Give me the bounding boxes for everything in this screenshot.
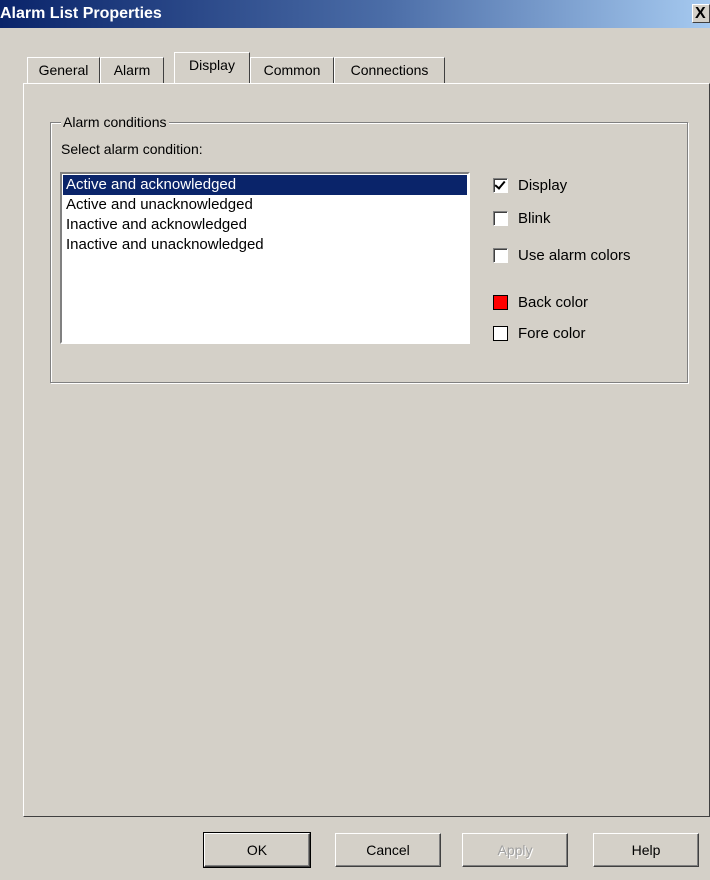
tab-connections[interactable]: Connections [334,57,445,83]
tab-common[interactable]: Common [250,57,334,83]
alarm-condition-listbox[interactable]: Active and acknowledged Active and unack… [60,172,470,344]
back-color-swatch[interactable] [493,294,508,310]
tab-general[interactable]: General [27,57,100,83]
apply-button[interactable]: Apply [462,833,568,867]
close-button[interactable]: X [692,4,710,23]
list-item[interactable]: Inactive and acknowledged [63,215,467,235]
window-title: Alarm List Properties [0,5,162,22]
fore-color-label: Fore color [518,324,586,342]
use-alarm-colors-checkbox[interactable]: Use alarm colors [493,245,631,265]
fore-color-swatch[interactable] [493,325,508,341]
properties-dialog: Alarm List Properties X General Alarm Di… [0,0,710,880]
checkbox-checked-icon [493,177,508,193]
help-button[interactable]: Help [593,833,699,867]
blink-checkbox[interactable]: Blink [493,208,551,228]
list-item[interactable]: Inactive and unacknowledged [63,235,467,255]
fore-color-picker[interactable]: Fore color [493,323,586,343]
title-bar[interactable]: Alarm List Properties X [0,0,710,28]
display-checkbox[interactable]: Display [493,175,567,195]
blink-checkbox-label: Blink [518,209,551,227]
use-alarm-colors-label: Use alarm colors [518,246,631,264]
display-checkbox-label: Display [518,176,568,194]
tab-display[interactable]: Display [174,52,250,83]
alarm-conditions-legend: Alarm conditions [61,114,169,130]
back-color-picker[interactable]: Back color [493,292,588,312]
back-color-label: Back color [518,293,589,311]
checkbox-unchecked-icon [493,210,508,226]
tab-alarm[interactable]: Alarm [100,57,164,83]
select-condition-label: Select alarm condition: [61,141,203,157]
list-item[interactable]: Active and unacknowledged [63,195,467,215]
list-item[interactable]: Active and acknowledged [63,175,467,195]
ok-button[interactable]: OK [203,832,311,868]
cancel-button[interactable]: Cancel [335,833,441,867]
checkbox-unchecked-icon [493,247,508,263]
